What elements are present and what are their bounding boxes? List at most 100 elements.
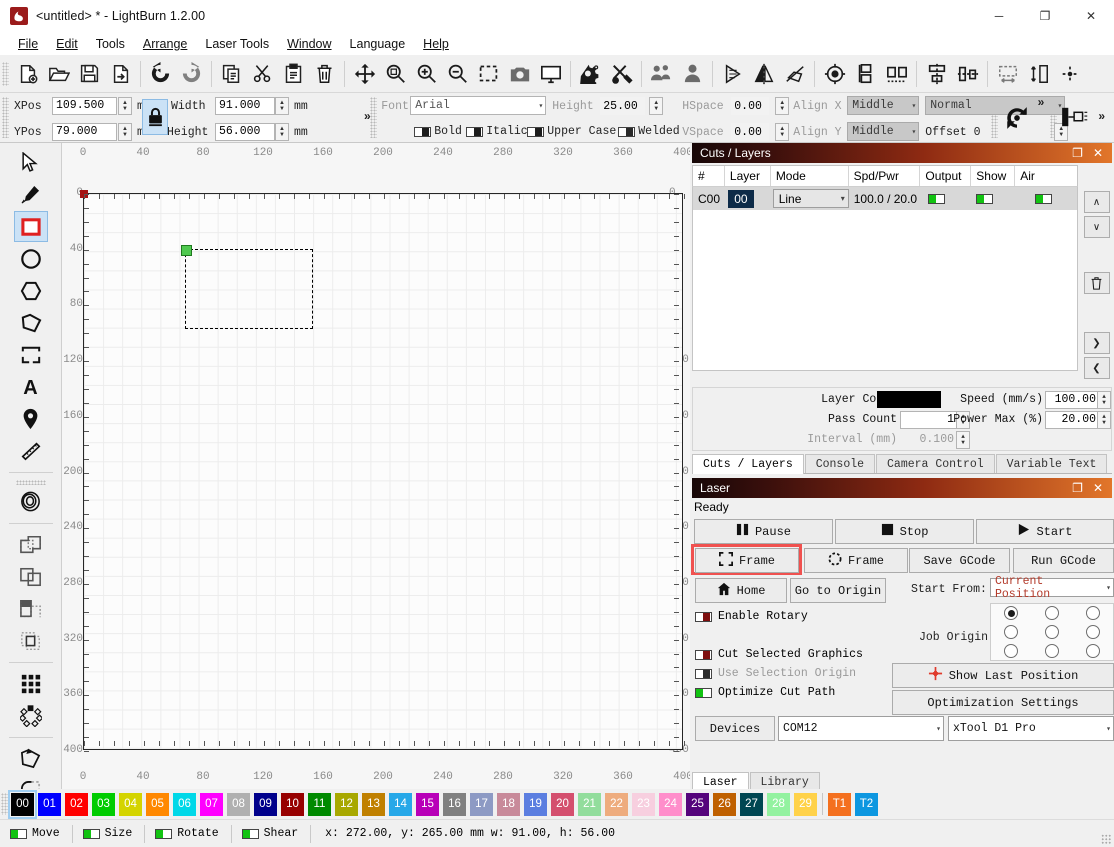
rotate-toggle-item[interactable]: Rotate — [155, 827, 219, 840]
map-pin-tool[interactable] — [14, 403, 48, 434]
row-mode[interactable]: Line ▾ — [771, 187, 849, 210]
hspace-input[interactable]: 0.00 — [731, 97, 770, 115]
italic-switch[interactable] — [466, 126, 484, 137]
minimize-button[interactable]: ─ — [976, 0, 1022, 32]
draw-lines-tool[interactable] — [14, 179, 48, 210]
align-left-icon[interactable] — [921, 58, 952, 90]
welded-switch[interactable] — [618, 126, 636, 137]
port-combo[interactable]: COM12 ▾ — [778, 716, 944, 741]
rotate-refresh-icon[interactable] — [1004, 105, 1030, 134]
job-origin-cell-6[interactable] — [1004, 643, 1019, 658]
ypos-spinner[interactable]: ▲ ▼ — [118, 123, 132, 141]
bold-switch[interactable] — [414, 126, 432, 137]
machine-settings-icon[interactable] — [606, 58, 637, 90]
palette-swatch-02[interactable]: 02 — [65, 792, 88, 816]
laser-panel-close-button[interactable]: ✕ — [1093, 481, 1103, 495]
layer-color-chip[interactable]: 00 — [727, 189, 754, 208]
preview-icon[interactable] — [535, 58, 566, 90]
text-height-spinner[interactable]: ▲ ▼ — [649, 97, 664, 115]
delete-icon[interactable] — [309, 58, 340, 90]
palette-grip[interactable] — [1, 793, 8, 815]
palette-swatch-15[interactable]: 15 — [416, 792, 439, 816]
vspace-spinner[interactable]: ▲ ▼ — [775, 123, 790, 141]
palette-swatch-04[interactable]: 04 — [119, 792, 142, 816]
rectangle-tool[interactable] — [13, 211, 48, 242]
job-origin-cell-0[interactable] — [1004, 606, 1019, 621]
start-button[interactable]: Start — [976, 519, 1114, 544]
job-origin-cell-7[interactable] — [1044, 643, 1059, 658]
ungroup-icon[interactable] — [677, 58, 708, 90]
cuts-panel-close-button[interactable]: ✕ — [1093, 146, 1103, 160]
enable-rotary-switch[interactable] — [695, 611, 712, 622]
boolean-subtract-tool[interactable] — [14, 561, 48, 592]
cuts-panel-float-button[interactable]: ❐ — [1072, 146, 1083, 160]
menu-tools[interactable]: Tools — [87, 34, 134, 54]
rotate-icon[interactable] — [779, 58, 810, 90]
array-offset-icon[interactable] — [1061, 105, 1091, 132]
design-canvas[interactable]: 0 40 80 120 160 200 240 280 320 360 400 0 40 80 120 16… — [62, 143, 690, 789]
width-spinner[interactable]: ▲ ▼ — [275, 97, 289, 115]
text-a-tool[interactable]: A — [14, 371, 48, 402]
camera-icon[interactable] — [504, 58, 535, 90]
width-input[interactable]: 91.000 — [215, 97, 275, 115]
move-toggle-item[interactable]: Move — [10, 827, 60, 840]
go-to-origin-button[interactable]: Go to Origin — [790, 578, 886, 603]
size-switch[interactable] — [82, 828, 100, 839]
size-height-icon[interactable] — [1023, 58, 1054, 90]
lock-aspect-ratio-icon[interactable] — [142, 99, 168, 135]
palette-swatch-10[interactable]: 10 — [281, 792, 304, 816]
palette-grip[interactable] — [15, 480, 46, 485]
menu-help[interactable]: Help — [414, 34, 458, 54]
laser-panel-float-button[interactable]: ❐ — [1072, 481, 1083, 495]
palette-swatch-07[interactable]: 07 — [200, 792, 223, 816]
align-x-combo[interactable]: Middle ▾ — [847, 96, 920, 115]
palette-swatch-14[interactable]: 14 — [389, 792, 412, 816]
resize-grip[interactable] — [1101, 834, 1111, 844]
move-layer-up-button[interactable]: ∧ — [1083, 191, 1110, 213]
frame-round-button[interactable]: Frame — [804, 548, 908, 573]
cut-selected-option[interactable]: Cut Selected Graphics — [695, 648, 863, 661]
row-output-toggle[interactable] — [920, 187, 971, 210]
job-origin-cell-4[interactable] — [1044, 624, 1059, 639]
boolean-cutout-tool[interactable] — [14, 625, 48, 656]
mirror-horizontal-icon[interactable] — [717, 58, 748, 90]
speed-input[interactable]: 100.00 — [1045, 391, 1100, 409]
tool-swatch-T1[interactable]: T1 — [828, 792, 851, 816]
node-edit-tool[interactable] — [14, 339, 48, 370]
zoom-selection-icon[interactable] — [473, 58, 504, 90]
rotate-toolbar-expand[interactable]: » — [1033, 95, 1050, 109]
save-gcode-button[interactable]: Save GCode — [909, 548, 1010, 573]
output-switch[interactable] — [928, 193, 946, 204]
align-distribute-icon[interactable] — [881, 58, 912, 90]
power-max-input[interactable]: 20.00 — [1045, 411, 1100, 429]
bold-toggle[interactable] — [414, 124, 432, 138]
delete-layer-button[interactable] — [1083, 272, 1110, 294]
menu-file[interactable]: File — [9, 34, 47, 54]
vspace-input[interactable]: 0.00 — [731, 123, 770, 141]
use-selection-origin-option[interactable]: Use Selection Origin — [695, 667, 856, 680]
air-switch[interactable] — [1035, 193, 1053, 204]
font-combo[interactable]: Arial ▾ — [410, 96, 547, 115]
job-origin-cell-3[interactable] — [1004, 624, 1019, 639]
close-button[interactable]: ✕ — [1068, 0, 1114, 32]
interval-input[interactable]: 0.100 — [900, 431, 958, 449]
tool-swatch-T2[interactable]: T2 — [855, 792, 878, 816]
prev-layer-button[interactable]: ❮ — [1083, 357, 1110, 379]
align-middle-icon[interactable] — [952, 58, 983, 90]
copy-icon[interactable] — [216, 58, 247, 90]
select-tool[interactable] — [14, 147, 48, 178]
tab-camera-control[interactable]: Camera Control — [876, 454, 995, 473]
new-file-icon[interactable] — [12, 58, 43, 90]
ellipse-tool[interactable] — [14, 243, 48, 274]
palette-swatch-25[interactable]: 25 — [686, 792, 709, 816]
undo-icon[interactable] — [145, 58, 176, 90]
height-input[interactable]: 56.000 — [215, 123, 275, 141]
layer-color-swatch[interactable] — [877, 391, 941, 408]
ypos-input[interactable]: 79.000 — [52, 123, 117, 141]
tab-variable-text[interactable]: Variable Text — [995, 454, 1108, 473]
palette-swatch-00[interactable]: 00 — [8, 789, 37, 819]
welded-toggle[interactable] — [618, 124, 636, 138]
save-as-icon[interactable] — [105, 58, 136, 90]
circular-array-tool[interactable] — [14, 700, 48, 731]
zoom-in-icon[interactable] — [411, 58, 442, 90]
